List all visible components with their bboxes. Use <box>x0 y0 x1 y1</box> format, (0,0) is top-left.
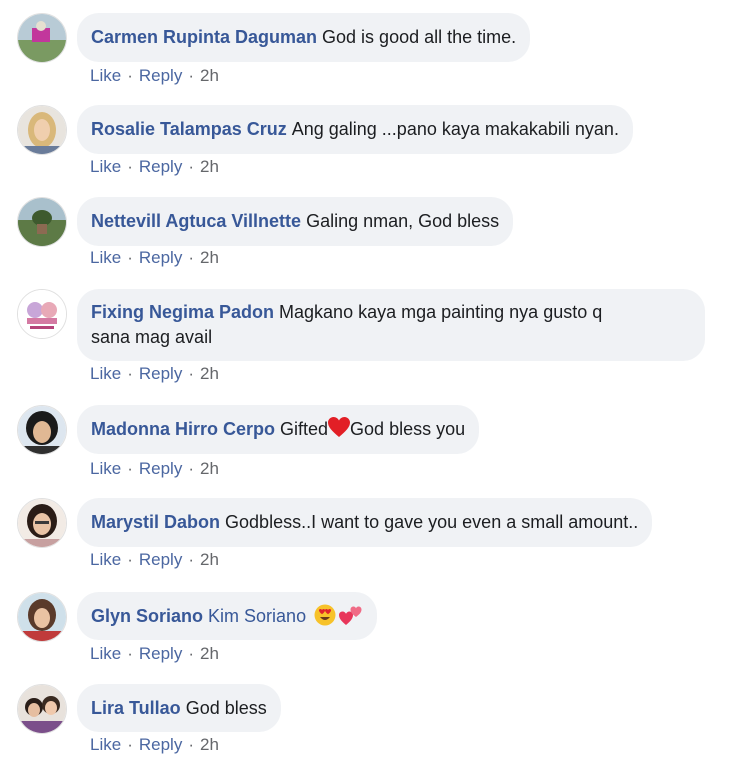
comment-text-continued: sana mag avail <box>91 327 213 347</box>
avatar[interactable] <box>17 498 67 548</box>
comment-timestamp[interactable]: 2h <box>200 735 219 754</box>
reply-button[interactable]: Reply <box>139 644 182 663</box>
mention-link[interactable]: Kim Soriano <box>208 606 306 626</box>
comment-author[interactable]: Marystil Dabon <box>91 512 220 532</box>
reply-button[interactable]: Reply <box>139 735 182 754</box>
avatar[interactable] <box>17 289 67 339</box>
comment-bubble: Glyn Soriano Kim Soriano <box>77 592 378 640</box>
comment-timestamp[interactable]: 2h <box>200 459 219 478</box>
comment-timestamp[interactable]: 2h <box>200 550 219 569</box>
comment-text: Galing nman, God bless <box>306 211 500 231</box>
comment-timestamp[interactable]: 2h <box>200 644 219 663</box>
reply-button[interactable]: Reply <box>139 459 182 478</box>
avatar[interactable] <box>17 592 67 642</box>
avatar[interactable] <box>17 105 67 155</box>
comment-bubble: Fixing Negima Padon Magkano kaya mga pain… <box>77 289 705 361</box>
comment-author[interactable]: Madonna Hirro Cerpo <box>91 419 275 439</box>
like-button[interactable]: Like <box>90 550 121 569</box>
comment-actions: Like · Reply · 2h <box>90 364 219 383</box>
like-button[interactable]: Like <box>90 364 121 383</box>
comment-text: Gifted <box>280 419 329 439</box>
comment-bubble: Carmen Rupinta Daguman God is good all th… <box>77 13 531 62</box>
comment-actions: Like · Reply · 2h <box>90 248 219 267</box>
avatar[interactable] <box>17 405 67 455</box>
reply-button[interactable]: Reply <box>139 248 182 267</box>
comment-actions: Like · Reply · 2h <box>90 550 219 569</box>
comment-timestamp[interactable]: 2h <box>200 364 219 383</box>
comment-text: Ang galing ...pano kaya makakabili nyan. <box>291 119 619 139</box>
comment-timestamp[interactable]: 2h <box>200 248 219 267</box>
comment-actions: Like · Reply · 2h <box>90 644 219 663</box>
like-button[interactable]: Like <box>90 248 121 267</box>
comment-author[interactable]: Nettevill Agtuca Villnette <box>91 211 301 231</box>
comment-timestamp[interactable]: 2h <box>200 157 219 176</box>
comment-author[interactable]: Rosalie Talampas Cruz <box>91 119 287 139</box>
avatar[interactable] <box>17 197 67 247</box>
comment-author[interactable]: Lira Tullao <box>91 698 181 718</box>
comment-timestamp[interactable]: 2h <box>200 66 219 85</box>
reply-button[interactable]: Reply <box>139 66 182 85</box>
comment-author[interactable]: Fixing Negima Padon <box>91 302 274 322</box>
heart-eyes-emoji-icon <box>314 604 336 626</box>
comment-bubble: Marystil Dabon Godbless..I want to gave y… <box>77 498 653 547</box>
like-button[interactable]: Like <box>90 459 121 478</box>
comment-bubble: Rosalie Talampas Cruz Ang galing ...pano … <box>77 105 633 154</box>
two-hearts-emoji-icon <box>339 606 362 625</box>
comment-author[interactable]: Glyn Soriano <box>91 606 203 626</box>
comment-bubble: Nettevill Agtuca Villnette Galing nman, G… <box>77 197 514 246</box>
reply-button[interactable]: Reply <box>139 364 182 383</box>
red-heart-icon <box>328 417 351 437</box>
avatar[interactable] <box>17 684 67 734</box>
reply-button[interactable]: Reply <box>139 550 182 569</box>
comment-text: Godbless..I want to gave you even a smal… <box>225 512 639 532</box>
comment-text: God bless <box>185 698 267 718</box>
comment-actions: Like · Reply · 2h <box>90 66 219 85</box>
comment-author[interactable]: Carmen Rupinta Daguman <box>91 27 317 47</box>
avatar[interactable] <box>17 13 67 63</box>
comment-actions: Like · Reply · 2h <box>90 157 219 176</box>
comment-actions: Like · Reply · 2h <box>90 459 219 478</box>
reply-button[interactable]: Reply <box>139 157 182 176</box>
comment-bubble: Lira Tullao God bless <box>77 684 281 732</box>
comment-bubble: Madonna Hirro Cerpo Gifted God bless you <box>77 405 480 454</box>
like-button[interactable]: Like <box>90 644 121 663</box>
comment-text: God is good all the time. <box>322 27 517 47</box>
like-button[interactable]: Like <box>90 66 121 85</box>
comment-actions: Like · Reply · 2h <box>90 735 219 754</box>
like-button[interactable]: Like <box>90 157 121 176</box>
comment-text-continued: God bless you <box>350 419 466 439</box>
comment-text: Magkano kaya mga painting nya gusto q <box>279 302 603 322</box>
like-button[interactable]: Like <box>90 735 121 754</box>
